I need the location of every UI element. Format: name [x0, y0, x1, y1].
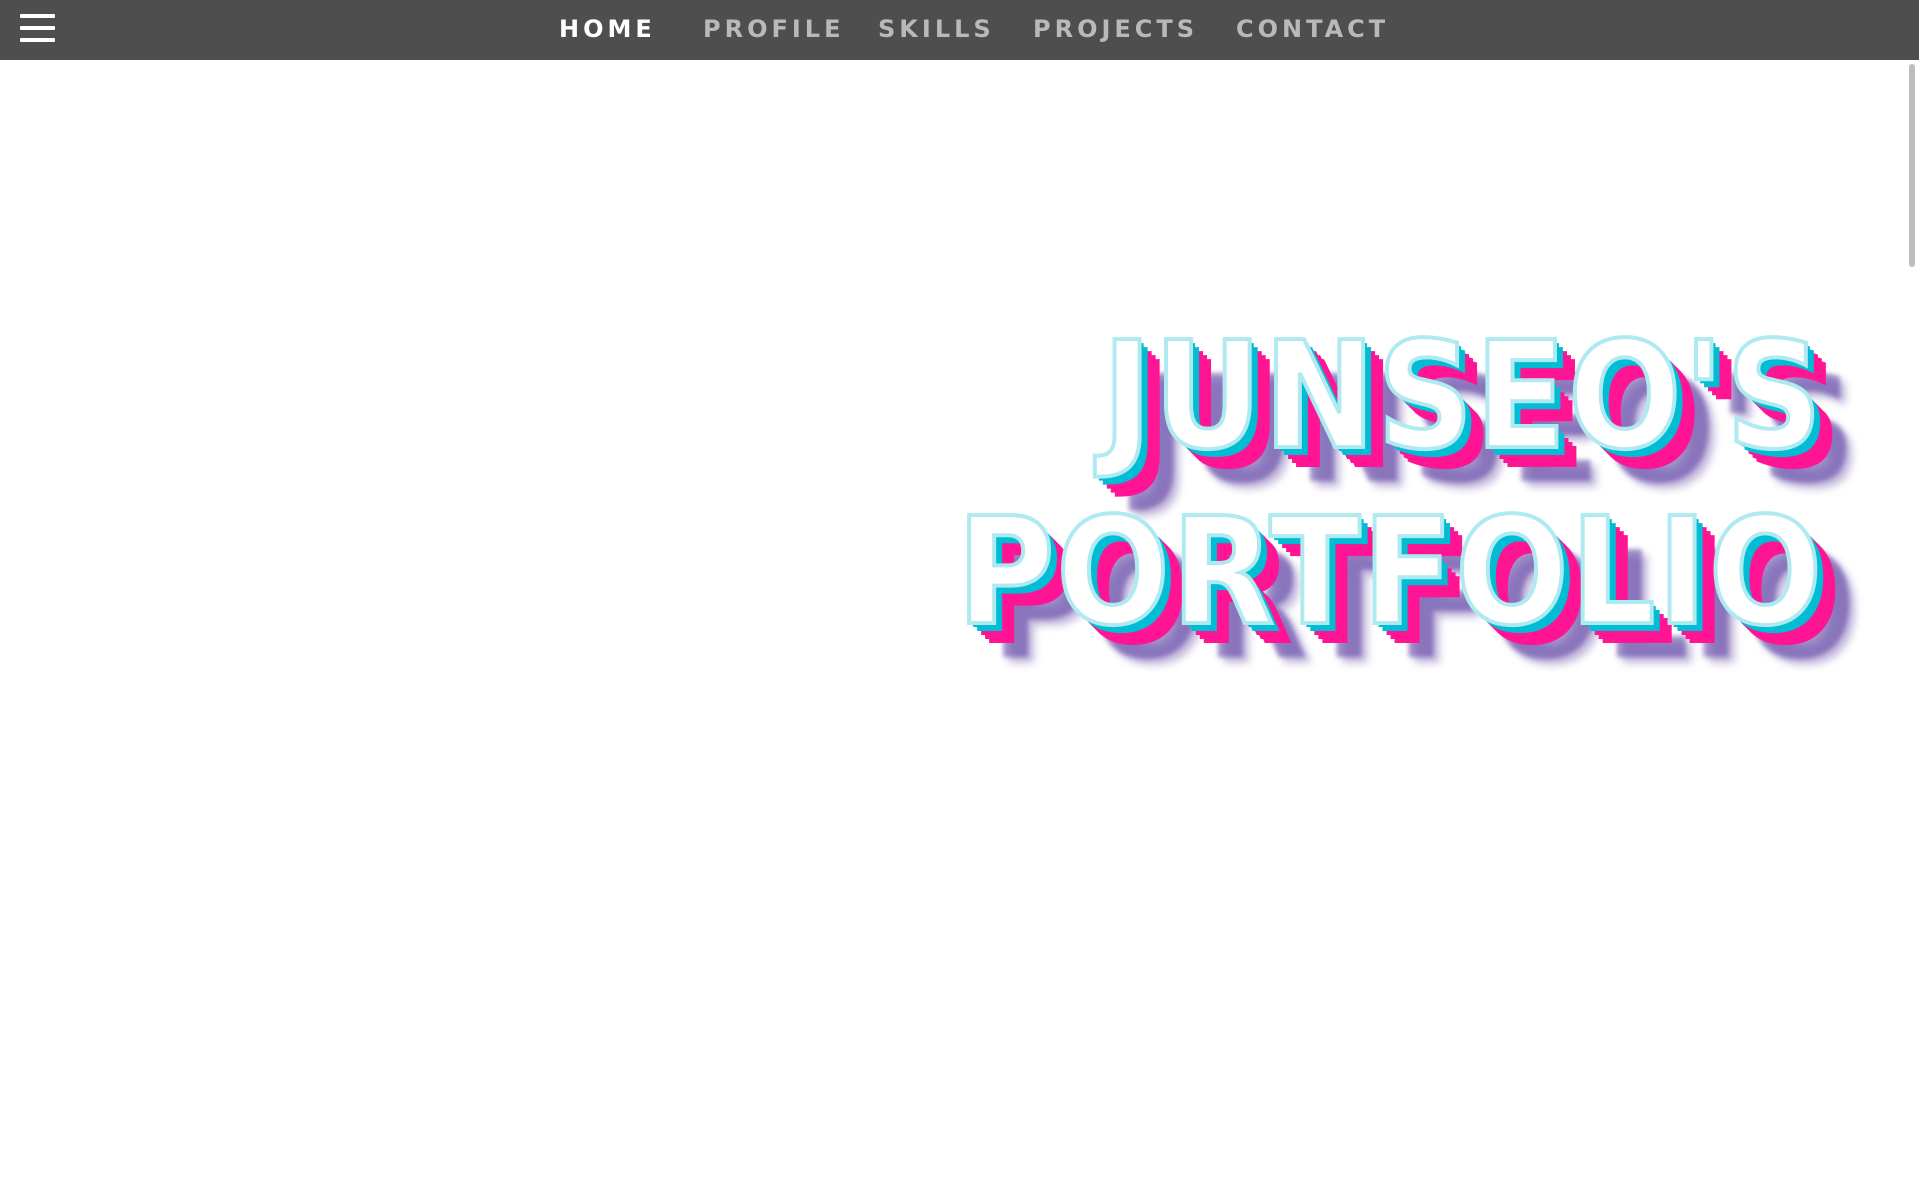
nav-link-projects[interactable]: PROJECTS [1033, 13, 1198, 45]
nav-link-contact[interactable]: CONTACT [1236, 13, 1389, 45]
vertical-scrollbar[interactable] [1905, 60, 1919, 1199]
hamburger-menu-icon[interactable] [20, 14, 55, 42]
scrollbar-thumb[interactable] [1909, 64, 1915, 267]
hero-title-line-2: PORTFOLIO [955, 484, 1824, 660]
top-navbar: HOME PROFILE SKILLS PROJECTS CONTACT [0, 0, 1919, 60]
hamburger-bar [20, 38, 55, 42]
hamburger-bar [20, 14, 55, 18]
nav-link-profile[interactable]: PROFILE [703, 13, 844, 45]
nav-link-home[interactable]: HOME [559, 13, 656, 45]
hero-title: JUNSEO'S PORTFOLIO [955, 308, 1824, 660]
hero-title-line-1: JUNSEO'S [1100, 308, 1824, 484]
hamburger-bar [20, 26, 55, 30]
nav-link-skills[interactable]: SKILLS [878, 13, 995, 45]
